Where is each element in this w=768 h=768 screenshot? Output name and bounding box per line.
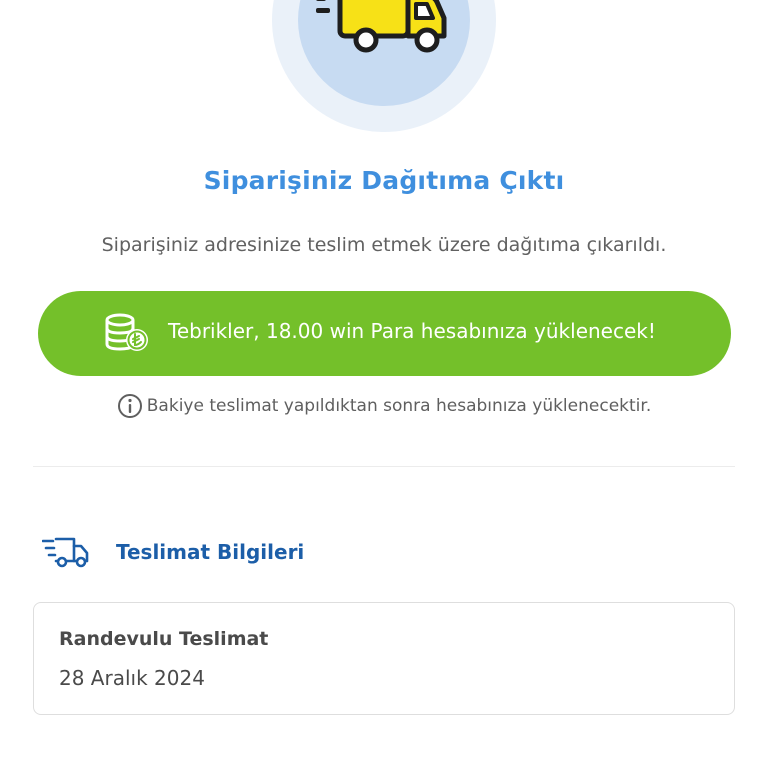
balance-info-note: Bakiye teslimat yapıldıktan sonra hesabı… [0,393,768,419]
delivery-card: Randevulu Teslimat 28 Aralık 2024 [33,602,735,715]
status-description: Siparişiniz adresinize teslim etmek üzer… [101,234,667,256]
delivery-info-title: Teslimat Bilgileri [116,540,305,564]
delivery-date: 28 Aralık 2024 [59,666,205,690]
delivery-info-header: Teslimat Bilgileri [42,535,304,569]
delivery-truck-icon [316,0,447,53]
info-text: Bakiye teslimat yapıldıktan sonra hesabı… [146,396,652,416]
reward-banner[interactable]: Tebrikler, 18.00 win Para hesabınıza yük… [38,291,731,376]
coin-stack-icon [105,313,148,351]
order-status-page: Siparişiniz Dağıtıma Çıktı Siparişiniz a… [0,0,768,768]
delivery-type: Randevulu Teslimat [59,628,269,650]
info-icon [117,394,142,418]
reward-message: Tebrikler, 18.00 win Para hesabınıza yük… [168,319,656,343]
fast-delivery-truck-icon [42,537,89,568]
section-divider [33,466,735,467]
status-title: Siparişiniz Dağıtıma Çıktı [203,166,565,195]
